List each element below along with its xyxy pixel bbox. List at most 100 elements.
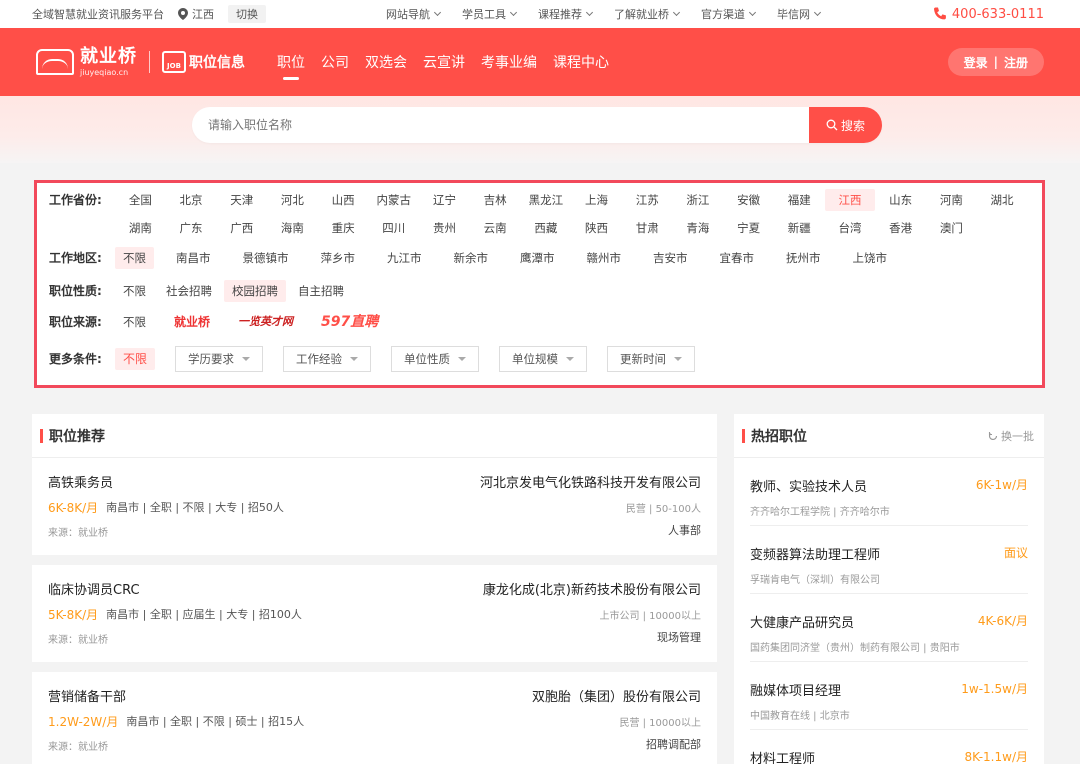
topnav-official-channels[interactable]: 官方渠道 bbox=[701, 6, 757, 22]
province-option[interactable]: 辽宁 bbox=[419, 189, 470, 211]
refresh-button[interactable]: 换一批 bbox=[988, 428, 1034, 444]
province-option[interactable]: 天津 bbox=[216, 189, 267, 211]
province-option[interactable]: 山东 bbox=[875, 189, 926, 211]
nature-option[interactable]: 自主招聘 bbox=[290, 280, 352, 302]
title-accent bbox=[40, 428, 43, 443]
job-card[interactable]: 高铁乘务员 6K-8K/月 南昌市 | 全职 | 不限 | 大专 | 招50人 来源：… bbox=[32, 458, 717, 555]
province-option[interactable]: 黑龙江 bbox=[521, 189, 572, 211]
nav-jobs[interactable]: 职位 bbox=[277, 28, 305, 96]
nature-option[interactable]: 不限 bbox=[115, 280, 154, 302]
area-option[interactable]: 上饶市 bbox=[843, 247, 898, 269]
province-option[interactable]: 陕西 bbox=[571, 217, 622, 239]
source-597[interactable]: 597直聘 bbox=[313, 311, 386, 333]
province-option[interactable]: 澳门 bbox=[926, 217, 977, 239]
province-option[interactable]: 重庆 bbox=[318, 217, 369, 239]
province-option[interactable]: 北京 bbox=[166, 189, 217, 211]
province-option[interactable]: 青海 bbox=[673, 217, 724, 239]
area-option[interactable]: 南昌市 bbox=[166, 247, 221, 269]
job-card[interactable]: 营销储备干部 1.2W-2W/月 南昌市 | 全职 | 不限 | 硕士 | 招15人… bbox=[32, 672, 717, 764]
topnav-student-tools[interactable]: 学员工具 bbox=[462, 6, 518, 22]
area-option[interactable]: 抚州市 bbox=[776, 247, 831, 269]
hot-job-title[interactable]: 变频器算法助理工程师 bbox=[750, 544, 1028, 563]
area-option[interactable]: 九江市 bbox=[377, 247, 432, 269]
source-jiuyeqiao[interactable]: 就业桥 bbox=[166, 311, 218, 333]
company-type-dropdown[interactable]: 单位性质 bbox=[391, 346, 480, 372]
province-option[interactable]: 海南 bbox=[267, 217, 318, 239]
experience-dropdown[interactable]: 工作经验 bbox=[283, 346, 372, 372]
province-option[interactable]: 江苏 bbox=[622, 189, 673, 211]
topnav-site-nav[interactable]: 网站导航 bbox=[386, 6, 442, 22]
nav-companies[interactable]: 公司 bbox=[321, 28, 349, 96]
hot-job-item[interactable]: 变频器算法助理工程师 孚瑞肯电气（深圳）有限公司 面议 bbox=[750, 526, 1028, 594]
nature-option[interactable]: 社会招聘 bbox=[158, 280, 220, 302]
province-option[interactable]: 台湾 bbox=[825, 217, 876, 239]
province-option[interactable]: 广西 bbox=[216, 217, 267, 239]
title-accent bbox=[742, 428, 745, 443]
province-option[interactable]: 山西 bbox=[318, 189, 369, 211]
province-option[interactable]: 湖北 bbox=[977, 189, 1028, 211]
topnav-courses[interactable]: 课程推荐 bbox=[538, 6, 594, 22]
province-option[interactable]: 新疆 bbox=[774, 217, 825, 239]
area-option[interactable]: 宜春市 bbox=[710, 247, 765, 269]
job-card[interactable]: 临床协调员CRC 5K-8K/月 南昌市 | 全职 | 应届生 | 大专 | 招10… bbox=[32, 565, 717, 662]
topnav-bixin[interactable]: 毕信网 bbox=[777, 6, 822, 22]
source-yilan[interactable]: 一览英才网 bbox=[230, 311, 301, 333]
area-option[interactable]: 景德镇市 bbox=[233, 247, 299, 269]
topnav-about[interactable]: 了解就业桥 bbox=[614, 6, 681, 22]
province-option[interactable]: 内蒙古 bbox=[368, 189, 419, 211]
hot-job-item[interactable]: 大健康产品研究员 国药集团同济堂（贵州）制药有限公司 | 贵阳市 4K-6K/月 bbox=[750, 594, 1028, 662]
site-logo[interactable]: 就业桥 jiuyeqiao.cn bbox=[36, 47, 137, 77]
more-all[interactable]: 不限 bbox=[115, 348, 156, 370]
area-option[interactable]: 赣州市 bbox=[577, 247, 632, 269]
area-label: 工作地区: bbox=[49, 251, 102, 265]
chevron-down-icon bbox=[509, 8, 518, 17]
nav-civil-exam[interactable]: 考事业编 bbox=[481, 28, 537, 96]
province-option[interactable]: 贵州 bbox=[419, 217, 470, 239]
search-button[interactable]: 搜索 bbox=[809, 107, 882, 143]
province-option[interactable]: 河南 bbox=[926, 189, 977, 211]
update-time-dropdown[interactable]: 更新时间 bbox=[607, 346, 696, 372]
area-option[interactable]: 吉安市 bbox=[643, 247, 698, 269]
province-option[interactable]: 湖南 bbox=[115, 217, 166, 239]
company-name[interactable]: 双胞胎（集团）股份有限公司 bbox=[532, 686, 701, 705]
province-option[interactable]: 福建 bbox=[774, 189, 825, 211]
nav-cloud-talk[interactable]: 云宣讲 bbox=[423, 28, 465, 96]
hot-job-item[interactable]: 融媒体项目经理 中国教育在线 | 北京市 1w-1.5w/月 bbox=[750, 662, 1028, 730]
area-option[interactable]: 萍乡市 bbox=[311, 247, 366, 269]
hot-job-item[interactable]: 教师、实验技术人员 齐齐哈尔工程学院 | 齐齐哈尔市 6K-1w/月 bbox=[750, 458, 1028, 526]
province-option[interactable]: 西藏 bbox=[521, 217, 572, 239]
caret-down-icon bbox=[350, 357, 359, 361]
recommended-jobs: 职位推荐 高铁乘务员 6K-8K/月 南昌市 | 全职 | 不限 | 大专 | 招5… bbox=[32, 414, 717, 764]
province-option[interactable]: 全国 bbox=[115, 189, 166, 211]
province-option[interactable]: 香港 bbox=[875, 217, 926, 239]
source-label: 职位来源: bbox=[49, 315, 102, 329]
province-option[interactable]: 上海 bbox=[571, 189, 622, 211]
source-all[interactable]: 不限 bbox=[115, 311, 154, 333]
company-name[interactable]: 河北京发电气化铁路科技开发有限公司 bbox=[480, 472, 701, 491]
nature-option[interactable]: 校园招聘 bbox=[224, 280, 286, 302]
switch-city-button[interactable]: 切换 bbox=[228, 5, 266, 23]
province-option[interactable]: 吉林 bbox=[470, 189, 521, 211]
province-option[interactable]: 安徽 bbox=[723, 189, 774, 211]
company-size-dropdown[interactable]: 单位规模 bbox=[499, 346, 588, 372]
nav-job-fair[interactable]: 双选会 bbox=[365, 28, 407, 96]
province-option[interactable]: 广东 bbox=[166, 217, 217, 239]
area-option[interactable]: 不限 bbox=[115, 247, 154, 269]
province-option[interactable]: 宁夏 bbox=[723, 217, 774, 239]
search-input[interactable] bbox=[192, 107, 809, 143]
login-link[interactable]: 登录 bbox=[964, 54, 988, 71]
province-option[interactable]: 江西 bbox=[824, 189, 876, 211]
area-option[interactable]: 新余市 bbox=[444, 247, 499, 269]
province-option[interactable]: 浙江 bbox=[673, 189, 724, 211]
education-dropdown[interactable]: 学历要求 bbox=[175, 346, 264, 372]
province-option[interactable]: 云南 bbox=[470, 217, 521, 239]
province-option[interactable]: 四川 bbox=[368, 217, 419, 239]
hot-job-item[interactable]: 材料工程师 8K-1.1w/月 bbox=[750, 730, 1028, 764]
province-option[interactable]: 河北 bbox=[267, 189, 318, 211]
caret-down-icon bbox=[566, 357, 575, 361]
area-option[interactable]: 鹰潭市 bbox=[510, 247, 565, 269]
company-name[interactable]: 康龙化成(北京)新药技术股份有限公司 bbox=[483, 579, 701, 598]
province-option[interactable]: 甘肃 bbox=[622, 217, 673, 239]
register-link[interactable]: 注册 bbox=[1004, 54, 1028, 71]
nav-course-center[interactable]: 课程中心 bbox=[553, 28, 609, 96]
